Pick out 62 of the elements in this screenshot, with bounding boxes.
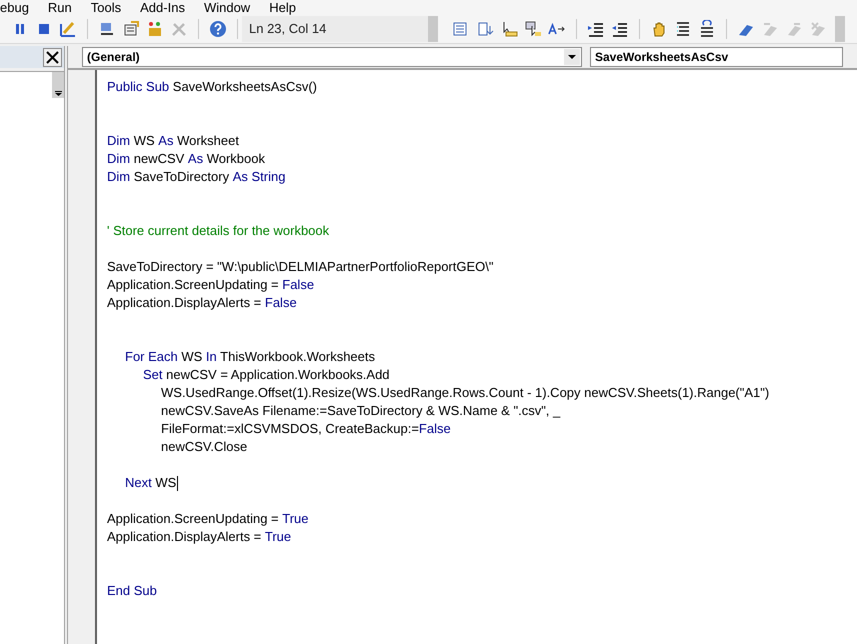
- code-text: SaveWorksheetsAsCsv(): [172, 78, 318, 96]
- code-text: SaveToDirectory = "W:\public\DELMIAPartnerPortfolioReportGEO\": [107, 258, 494, 276]
- code-text: newCSV = Application.Workbooks.Add: [165, 366, 390, 384]
- project-explorer-icon[interactable]: [98, 20, 116, 38]
- caret-icon: [54, 91, 62, 96]
- code-text: Workbook: [206, 150, 265, 168]
- code-text: Application.ScreenUpdating =: [107, 510, 280, 528]
- code-keyword: False: [418, 420, 451, 438]
- properties-icon[interactable]: [122, 20, 140, 38]
- code-text: WS.UsedRange.Offset(1).Resize(WS.UsedRange.Rows.Count - 1).Copy newCSV.Sheets(1).Range("A1"): [161, 384, 770, 402]
- help-icon[interactable]: [209, 20, 227, 38]
- menu-item[interactable]: Help: [269, 0, 296, 15]
- toolbar-overflow-handle[interactable]: [428, 16, 438, 42]
- code-keyword: Dim: [107, 150, 130, 168]
- code-keyword: Dim: [107, 132, 130, 150]
- code-text: SaveToDirectory: [132, 168, 230, 186]
- close-icon: [46, 50, 59, 64]
- code-keyword: In: [206, 348, 217, 366]
- cursor-position-field: Ln 23, Col 14: [242, 16, 428, 42]
- code-text: Application.DisplayAlerts =: [107, 294, 262, 312]
- caret-icon: [564, 49, 580, 65]
- code-keyword: Next: [125, 474, 152, 492]
- uncomment-lines-icon[interactable]: [698, 20, 716, 38]
- code-text: FileFormat:=xlCSVMSDOS, CreateBackup:=: [161, 420, 419, 438]
- code-text: Application.DisplayAlerts =: [107, 528, 262, 546]
- code-keyword: False: [264, 294, 297, 312]
- code-comment: ' Store current details for the workbook: [107, 222, 330, 240]
- code-text: Application.ScreenUpdating =: [107, 276, 280, 294]
- code-keyword: For Each: [125, 348, 178, 366]
- close-button[interactable]: [43, 48, 62, 66]
- code-keyword: True: [282, 510, 309, 528]
- menu-item[interactable]: Tools: [90, 0, 122, 15]
- code-keyword: Set: [143, 366, 163, 384]
- code-keyword: Public Sub: [107, 78, 170, 96]
- code-text: newCSV.Close: [161, 438, 248, 456]
- code-keyword: As String: [232, 168, 286, 186]
- document-arrow-icon[interactable]: [476, 20, 494, 38]
- toolbox-icon[interactable]: [146, 20, 164, 38]
- menu-item[interactable]: ebug: [0, 0, 29, 15]
- code-text: ThisWorkbook.Worksheets: [219, 348, 375, 366]
- menu-item[interactable]: Window: [204, 0, 250, 15]
- code-text: Worksheet: [176, 132, 239, 150]
- menu-item[interactable]: Add-Ins: [140, 0, 185, 15]
- code-keyword: As: [158, 132, 174, 150]
- code-keyword: End Sub: [107, 582, 157, 600]
- comment-lines-icon[interactable]: [674, 20, 692, 38]
- object-dropdown[interactable]: (General): [82, 47, 582, 67]
- scrollbar[interactable]: [52, 72, 64, 98]
- design-mode-icon[interactable]: [59, 20, 77, 38]
- code-text: WS: [154, 474, 176, 492]
- code-text: newCSV: [132, 150, 186, 168]
- code-keyword: False: [282, 276, 314, 294]
- pointer-window-icon[interactable]: [524, 20, 542, 38]
- code-text: WS: [180, 348, 204, 366]
- code-keyword: As: [188, 150, 204, 168]
- menu-item[interactable]: Run: [48, 0, 72, 15]
- code-keyword: Dim: [107, 168, 130, 186]
- code-text: WS: [132, 132, 156, 150]
- code-text: newCSV.SaveAs Filename:=SaveToDirectory & WS.Name & ".csv", _: [161, 402, 560, 420]
- toolbar-overflow-handle[interactable]: [835, 16, 845, 42]
- procedure-dropdown[interactable]: SaveWorksheetsAsCsv: [590, 47, 843, 67]
- code-keyword: True: [264, 528, 292, 546]
